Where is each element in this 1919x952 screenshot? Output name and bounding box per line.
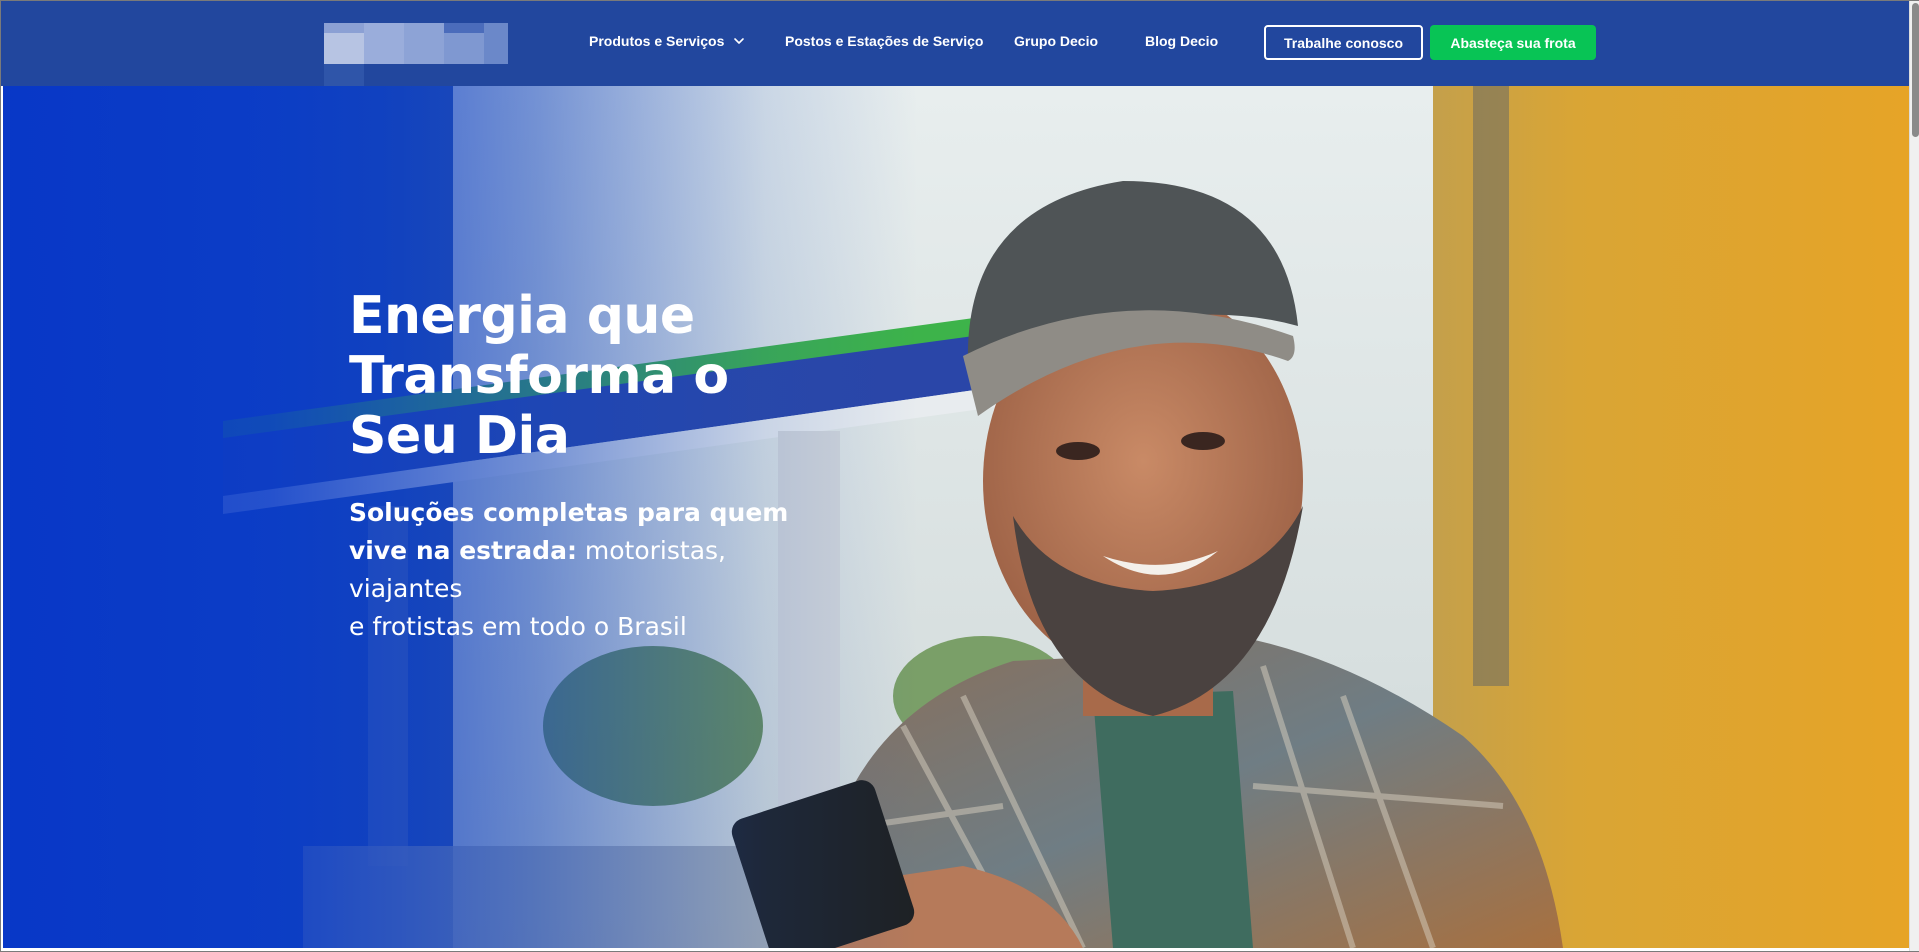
nav-produtos-servicos[interactable]: Produtos e Serviços [589, 33, 745, 49]
nav-label: Blog Decio [1145, 33, 1219, 49]
hero-subtitle: Soluções completas para quem vive na est… [349, 494, 829, 646]
nav-postos[interactable]: Postos e Estações de Serviço [785, 33, 983, 49]
nav-label: Grupo Decio [1014, 33, 1099, 49]
hero-subtitle-bold: vive na estrada: [349, 536, 577, 565]
trabalhe-conosco-button[interactable]: Trabalhe conosco [1264, 25, 1423, 60]
page-bottom-edge [1, 948, 1909, 951]
hero-title-line: Seu Dia [349, 406, 570, 466]
hero-title-line: Transforma o [349, 346, 729, 406]
hero-banner: Energia que Transforma o Seu Dia Soluçõe… [3, 86, 1909, 948]
browser-window: Produtos e Serviços Postos e Estações de… [0, 0, 1919, 952]
logo-pixel [484, 23, 508, 64]
hero-title: Energia que Transforma o Seu Dia [349, 286, 769, 466]
hero-subtitle-line: e frotistas em todo o Brasil [349, 612, 687, 641]
site-header: Produtos e Serviços Postos e Estações de… [1, 1, 1909, 101]
hero-subtitle-bold: Soluções completas para quem [349, 498, 789, 527]
logo-pixel [324, 23, 364, 33]
nav-grupo-decio[interactable]: Grupo Decio [1014, 33, 1098, 49]
site-logo[interactable] [324, 23, 508, 101]
nav-label: Postos e Estações de Serviço [785, 33, 984, 49]
logo-pixel [404, 23, 444, 64]
hero-subtitle-line: Soluções completas para quem [349, 494, 829, 532]
scrollbar-thumb[interactable] [1912, 3, 1919, 137]
nav-label: Produtos e Serviços [589, 33, 725, 49]
logo-pixel [364, 23, 404, 64]
hero-subtitle-line: vive na estrada: motoristas, viajantes [349, 532, 829, 608]
hero-blue-overlay [3, 86, 1909, 948]
abasteca-frota-button[interactable]: Abasteça sua frota [1430, 25, 1596, 60]
logo-pixel [444, 23, 484, 33]
chevron-down-icon [734, 38, 745, 44]
nav-blog-decio[interactable]: Blog Decio [1145, 33, 1218, 49]
vertical-scrollbar[interactable] [1909, 1, 1919, 951]
hero-title-line: Energia que [349, 286, 695, 346]
